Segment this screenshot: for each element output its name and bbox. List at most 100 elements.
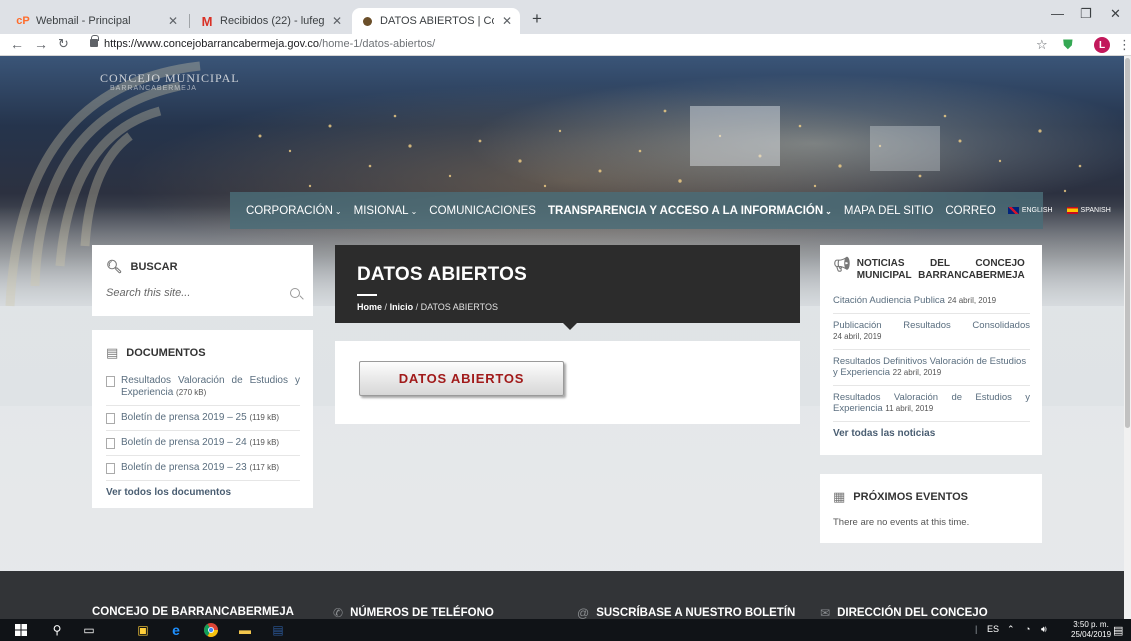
document-link[interactable]: Boletín de prensa 2019 – 24 (119 kB) — [121, 437, 279, 449]
tray-chevron-up-icon[interactable]: ⌃ — [1007, 624, 1015, 635]
footer-phones-heading: ✆ NÚMEROS DE TELÉFONO — [333, 606, 494, 619]
scrollbar-thumb[interactable] — [1125, 58, 1130, 428]
footer-address-heading: ✉ DIRECCIÓN DEL CONCEJO — [820, 606, 988, 619]
menu-correo[interactable]: CORREO — [945, 205, 995, 217]
clock-time: 3:50 p. m. — [1073, 620, 1109, 629]
document-item[interactable]: Boletín de prensa 2019 – 23 (117 kB) — [106, 462, 300, 481]
word-icon[interactable]: ▤ — [270, 622, 286, 638]
menu-corporacion[interactable]: CORPORACIÓN ⌄ — [246, 205, 342, 217]
breadcrumb-current: DATOS ABIERTOS — [420, 302, 498, 312]
site-logo-subtitle: BARRANCABERMEJA — [110, 85, 197, 92]
all-documents-link[interactable]: Ver todos los documentos — [106, 487, 300, 498]
url-field[interactable]: https://www.concejobarrancabermeja.gov.c… — [104, 38, 435, 50]
url-path: /home-1/datos-abiertos/ — [319, 38, 436, 50]
document-size: (117 kB) — [249, 463, 280, 472]
reload-icon[interactable]: ↻ — [58, 36, 69, 52]
document-link[interactable]: Boletín de prensa 2019 – 25 (119 kB) — [121, 412, 279, 424]
news-date: 24 abril, 2019 — [833, 332, 882, 341]
breadcrumb: Home / Inicio / DATOS ABIERTOS — [357, 302, 778, 312]
datos-abiertos-button[interactable]: DATOS ABIERTOS — [359, 361, 564, 396]
menu-transparencia[interactable]: TRANSPARENCIA Y ACCESO A LA INFORMACIÓN ⌄ — [548, 205, 832, 217]
edge-browser-icon[interactable]: e — [168, 622, 184, 638]
forward-icon[interactable]: → — [34, 36, 48, 52]
menu-misional[interactable]: MISIONAL ⌄ — [354, 205, 418, 217]
footer-concejo-heading: CONCEJO DE BARRANCABERMEJA — [92, 606, 294, 618]
news-widget-label: NOTICIAS DEL CONCEJO MUNICIPAL BARRANCAB… — [856, 258, 1025, 281]
document-item[interactable]: Resultados Valoración de Estudios y Expe… — [106, 375, 300, 406]
document-link[interactable]: Resultados Valoración de Estudios y Expe… — [121, 375, 300, 399]
news-item[interactable]: Resultados Valoración de Estudios y Expe… — [833, 392, 1030, 422]
pdf-file-icon — [106, 438, 115, 449]
address-toolbar: ← → ↻ https://www.concejobarrancabermeja… — [0, 34, 1131, 56]
document-title: Boletín de prensa 2019 – 24 — [121, 437, 247, 448]
tab-datos-abiertos[interactable]: DATOS ABIERTOS | Concejo Mun ✕ — [352, 8, 520, 34]
document-link[interactable]: Boletín de prensa 2019 – 23 (117 kB) — [121, 462, 279, 474]
chrome-icon[interactable] — [203, 622, 219, 638]
tab-label: Recibidos (22) - lufegoher@gma — [220, 15, 324, 27]
breadcrumb-home[interactable]: Home — [357, 302, 382, 312]
back-icon[interactable]: ← — [10, 36, 24, 52]
uk-flag-icon — [1007, 207, 1019, 214]
profile-avatar[interactable]: L — [1094, 37, 1110, 53]
search-taskbar-icon[interactable]: ⚲ — [50, 622, 64, 638]
bookmark-star-icon[interactable]: ☆ — [1036, 37, 1048, 53]
news-date: 22 abril, 2019 — [892, 368, 942, 377]
search-widget: 🔍︎ BUSCAR Search this site... — [92, 245, 313, 316]
clock-date: 25/04/2019 — [1071, 630, 1112, 639]
system-clock[interactable]: 3:50 p. m. 25/04/2019 — [1071, 620, 1111, 640]
search-submit-icon[interactable] — [290, 288, 300, 298]
file-explorer-icon[interactable]: ▬ — [237, 622, 253, 638]
document-size: (119 kB) — [249, 438, 280, 447]
maximize-icon[interactable]: ❐ — [1080, 6, 1092, 22]
menu-label: CORPORACIÓN — [246, 204, 333, 217]
news-item[interactable]: Citación Audiencia Publica 24 abril, 201… — [833, 295, 1030, 314]
network-icon[interactable]: ◔ — [1025, 624, 1030, 634]
lang-spanish[interactable]: SPANISH — [1066, 207, 1111, 214]
events-empty-message: There are no events at this time. — [833, 517, 970, 528]
lang-english[interactable]: ENGLISH — [1007, 207, 1053, 214]
content-panel: DATOS ABIERTOS — [335, 341, 800, 424]
news-title[interactable]: Publicación Resultados Consolidados — [833, 320, 1030, 332]
news-title[interactable]: Citación Audiencia Publica — [833, 295, 945, 306]
new-tab-button[interactable]: + — [532, 9, 542, 29]
chevron-down-icon: ⌄ — [334, 206, 342, 216]
close-tab-icon[interactable]: ✕ — [502, 14, 512, 28]
tab-gmail[interactable]: M Recibidos (22) - lufegoher@gma ✕ — [192, 8, 350, 34]
tab-webmail[interactable]: cP Webmail - Principal ✕ — [8, 8, 186, 34]
document-title: Boletín de prensa 2019 – 25 — [121, 412, 247, 423]
close-tab-icon[interactable]: ✕ — [332, 14, 342, 28]
minimize-icon[interactable]: — — [1051, 6, 1064, 21]
menu-label: COMUNICACIONES — [429, 204, 536, 217]
document-item[interactable]: Boletín de prensa 2019 – 25 (119 kB) — [106, 412, 300, 431]
news-item[interactable]: Publicación Resultados Consolidados 24 ab… — [833, 320, 1030, 350]
volume-icon[interactable]: 🔊︎ — [1041, 624, 1047, 635]
document-size: (270 kB) — [176, 388, 207, 397]
menu-comunicaciones[interactable]: COMUNICACIONES — [429, 205, 536, 217]
browser-menu-icon[interactable]: ⋮ — [1118, 37, 1131, 53]
search-input[interactable]: Search this site... — [106, 287, 300, 299]
footer-heading-label: NÚMEROS DE TELÉFONO — [350, 607, 494, 619]
input-language[interactable]: ES — [987, 624, 999, 634]
site-logo-title[interactable]: CONCEJO MUNICIPAL — [100, 71, 240, 86]
menu-mapa-del-sitio[interactable]: MAPA DEL SITIO — [844, 205, 933, 217]
documents-widget-title: ▤ DOCUMENTOS — [106, 345, 300, 361]
shield-extension-icon[interactable]: ⛊ — [1063, 37, 1073, 53]
windows-start-icon[interactable] — [14, 622, 28, 638]
news-widget: 📢︎ NOTICIAS DEL CONCEJO MUNICIPAL BARRAN… — [820, 245, 1042, 455]
notifications-icon[interactable]: ▤ — [1113, 624, 1123, 637]
at-sign-icon: @ — [577, 606, 590, 619]
cpanel-icon: cP — [16, 15, 30, 27]
footer-heading-label: SUSCRÍBASE A NUESTRO BOLETÍN — [596, 607, 796, 619]
title-panel-pointer — [562, 322, 578, 330]
document-size: (119 kB) — [249, 413, 280, 422]
all-news-link[interactable]: Ver todas las noticias — [833, 428, 1030, 439]
breadcrumb-inicio[interactable]: Inicio — [390, 302, 414, 312]
close-tab-icon[interactable]: ✕ — [168, 14, 178, 28]
store-icon[interactable]: ▣ — [135, 622, 151, 638]
news-item[interactable]: Resultados Definitivos Valoración de Est… — [833, 356, 1030, 386]
document-item[interactable]: Boletín de prensa 2019 – 24 (119 kB) — [106, 437, 300, 456]
task-view-icon[interactable]: ▭ — [82, 622, 96, 638]
menu-label: MISIONAL — [353, 204, 409, 217]
close-window-icon[interactable]: ✕ — [1110, 6, 1121, 22]
lock-icon[interactable] — [90, 35, 99, 47]
